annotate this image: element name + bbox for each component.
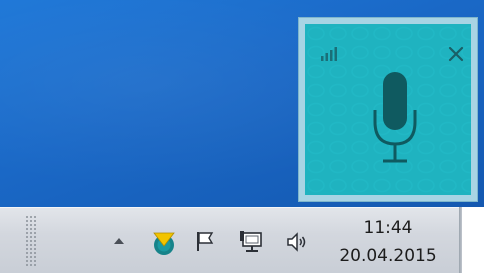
network-icon[interactable] [240, 230, 266, 254]
volume-icon[interactable] [285, 230, 309, 254]
system-clock[interactable]: 11:44 20.04.2015 [330, 212, 446, 270]
clock-time: 11:44 [363, 218, 413, 238]
close-icon[interactable] [445, 43, 467, 65]
antivirus-icon[interactable] [151, 230, 177, 256]
taskbar-grip-handle[interactable] [24, 214, 40, 268]
clock-date: 20.04.2015 [339, 246, 437, 266]
speech-recognition-popup [298, 17, 478, 202]
screen-edge [462, 207, 484, 273]
microphone-icon[interactable] [369, 70, 421, 170]
action-center-flag-icon[interactable] [194, 230, 216, 252]
speech-recognition-panel [305, 24, 471, 195]
show-hidden-icons-arrow[interactable] [112, 234, 126, 246]
signal-strength-icon [321, 47, 337, 61]
taskbar: 11:44 20.04.2015 [0, 207, 462, 273]
